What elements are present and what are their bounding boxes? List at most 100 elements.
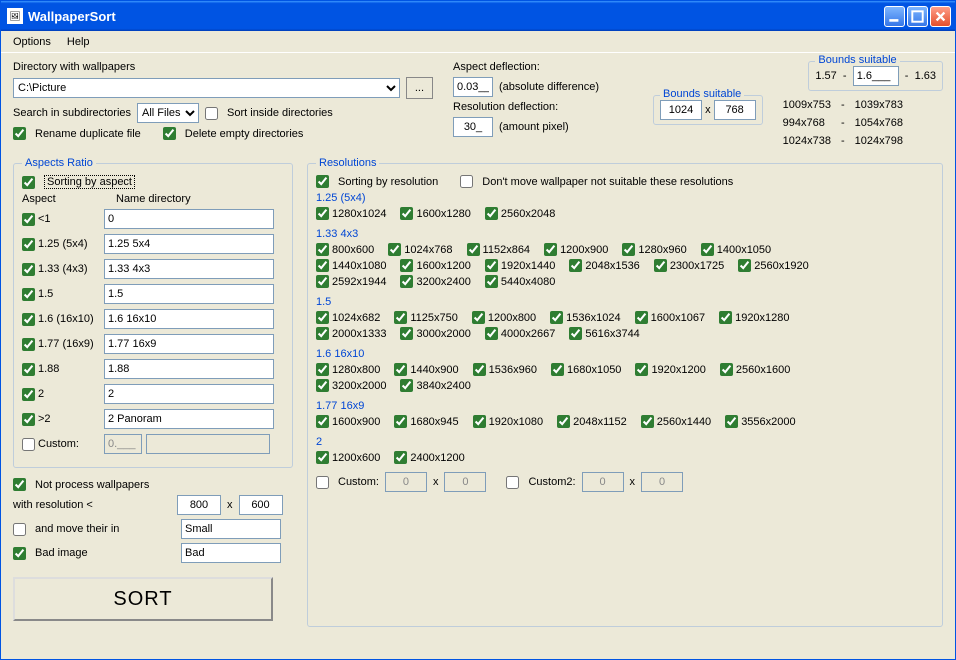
res-checkbox-1600x1280[interactable] xyxy=(400,207,413,220)
res-checkbox-3840x2400[interactable] xyxy=(400,379,413,392)
bad-image-checkbox[interactable] xyxy=(13,547,26,560)
aspect-checkbox-6[interactable] xyxy=(22,363,35,376)
browse-button[interactable]: ... xyxy=(406,77,433,99)
aspect-checkbox-3[interactable] xyxy=(22,288,35,301)
and-move-checkbox[interactable] xyxy=(13,523,26,536)
aspect-name-0[interactable] xyxy=(104,209,274,229)
aspect-checkbox-0[interactable] xyxy=(22,213,35,226)
custom-aspect-value[interactable] xyxy=(104,434,142,454)
close-button[interactable] xyxy=(930,6,951,27)
dont-move-checkbox[interactable] xyxy=(460,175,473,188)
res-label-3200x2000: 3200x2000 xyxy=(332,380,386,392)
bounds-h-input[interactable] xyxy=(714,100,756,120)
aspect-name-6[interactable] xyxy=(104,359,274,379)
res-checkbox-1152x864[interactable] xyxy=(467,243,480,256)
sort-button[interactable]: SORT xyxy=(13,577,273,621)
aspect-checkbox-4[interactable] xyxy=(22,313,35,326)
res-checkbox-2048x1152[interactable] xyxy=(557,415,570,428)
res-checkbox-2560x2048[interactable] xyxy=(485,207,498,220)
aspect-checkbox-7[interactable] xyxy=(22,388,35,401)
res-checkbox-1400x1050[interactable] xyxy=(701,243,714,256)
move-dir-input[interactable] xyxy=(181,519,281,539)
res-checkbox-1280x960[interactable] xyxy=(622,243,635,256)
res-checkbox-2048x1536[interactable] xyxy=(569,259,582,272)
aspect-name-7[interactable] xyxy=(104,384,274,404)
menu-options[interactable]: Options xyxy=(5,33,59,51)
menu-help[interactable]: Help xyxy=(59,33,98,51)
res-checkbox-1125x750[interactable] xyxy=(394,311,407,324)
res-checkbox-3200x2000[interactable] xyxy=(316,379,329,392)
res-checkbox-1280x800[interactable] xyxy=(316,363,329,376)
res-checkbox-1024x682[interactable] xyxy=(316,311,329,324)
res-checkbox-1600x1067[interactable] xyxy=(635,311,648,324)
aspect-checkbox-5[interactable] xyxy=(22,338,35,351)
bounds-w-input[interactable] xyxy=(660,100,702,120)
minimize-button[interactable] xyxy=(884,6,905,27)
res-checkbox-1200x600[interactable] xyxy=(316,451,329,464)
res-checkbox-1024x768[interactable] xyxy=(388,243,401,256)
bad-dir-input[interactable] xyxy=(181,543,281,563)
res-checkbox-1600x1200[interactable] xyxy=(400,259,413,272)
aspect-checkbox-2[interactable] xyxy=(22,263,35,276)
res-checkbox-1280x1024[interactable] xyxy=(316,207,329,220)
aspect-name-8[interactable] xyxy=(104,409,274,429)
res-checkbox-2560x1920[interactable] xyxy=(738,259,751,272)
del-empty-checkbox[interactable] xyxy=(163,127,176,140)
not-process-h[interactable] xyxy=(239,495,283,515)
custom2-h[interactable] xyxy=(641,472,683,492)
aspect-name-3[interactable] xyxy=(104,284,274,304)
aspect-name-2[interactable] xyxy=(104,259,274,279)
custom2-checkbox[interactable] xyxy=(506,476,519,489)
bounds-mid-input[interactable] xyxy=(853,66,899,86)
res-checkbox-2300x1725[interactable] xyxy=(654,259,667,272)
directory-combo[interactable]: C:\Picture xyxy=(13,78,400,98)
custom-aspect-name[interactable] xyxy=(146,434,270,454)
rename-dup-checkbox[interactable] xyxy=(13,127,26,140)
not-process-checkbox[interactable] xyxy=(13,478,26,491)
custom-aspect-checkbox[interactable] xyxy=(22,438,35,451)
custom-res-checkbox[interactable] xyxy=(316,476,329,489)
res-checkbox-1920x1200[interactable] xyxy=(635,363,648,376)
aspect-checkbox-8[interactable] xyxy=(22,413,35,426)
res-checkbox-3200x2400[interactable] xyxy=(400,275,413,288)
custom-res-h[interactable] xyxy=(444,472,486,492)
sort-by-res-checkbox[interactable] xyxy=(316,175,329,188)
res-checkbox-2000x1333[interactable] xyxy=(316,327,329,340)
res-label-1920x1440: 1920x1440 xyxy=(501,260,555,272)
res-checkbox-1536x1024[interactable] xyxy=(550,311,563,324)
res-checkbox-3556x2000[interactable] xyxy=(725,415,738,428)
res-checkbox-2560x1600[interactable] xyxy=(720,363,733,376)
maximize-button[interactable] xyxy=(907,6,928,27)
res-checkbox-2560x1440[interactable] xyxy=(641,415,654,428)
sort-inside-checkbox[interactable] xyxy=(205,107,218,120)
res-checkbox-1200x900[interactable] xyxy=(544,243,557,256)
res-checkbox-5440x4080[interactable] xyxy=(485,275,498,288)
res-checkbox-1600x900[interactable] xyxy=(316,415,329,428)
res-checkbox-1200x800[interactable] xyxy=(472,311,485,324)
res-def-input[interactable] xyxy=(453,117,493,137)
aspect-def-input[interactable] xyxy=(453,77,493,97)
res-checkbox-1680x1050[interactable] xyxy=(551,363,564,376)
aspect-name-1[interactable] xyxy=(104,234,274,254)
sort-by-aspect-checkbox[interactable] xyxy=(22,176,35,189)
res-checkbox-1536x960[interactable] xyxy=(473,363,486,376)
aspect-name-5[interactable] xyxy=(104,334,274,354)
custom-res-w[interactable] xyxy=(385,472,427,492)
custom2-w[interactable] xyxy=(582,472,624,492)
res-checkbox-1680x945[interactable] xyxy=(394,415,407,428)
res-checkbox-5616x3744[interactable] xyxy=(569,327,582,340)
res-checkbox-4000x2667[interactable] xyxy=(485,327,498,340)
res-checkbox-800x600[interactable] xyxy=(316,243,329,256)
not-process-w[interactable] xyxy=(177,495,221,515)
res-checkbox-1920x1440[interactable] xyxy=(485,259,498,272)
res-checkbox-3000x2000[interactable] xyxy=(400,327,413,340)
res-checkbox-1920x1080[interactable] xyxy=(473,415,486,428)
search-sub-combo[interactable]: All Files xyxy=(137,103,199,123)
res-checkbox-2592x1944[interactable] xyxy=(316,275,329,288)
res-checkbox-1440x1080[interactable] xyxy=(316,259,329,272)
aspect-checkbox-1[interactable] xyxy=(22,238,35,251)
res-checkbox-1440x900[interactable] xyxy=(394,363,407,376)
aspect-name-4[interactable] xyxy=(104,309,274,329)
res-checkbox-1920x1280[interactable] xyxy=(719,311,732,324)
res-checkbox-2400x1200[interactable] xyxy=(394,451,407,464)
